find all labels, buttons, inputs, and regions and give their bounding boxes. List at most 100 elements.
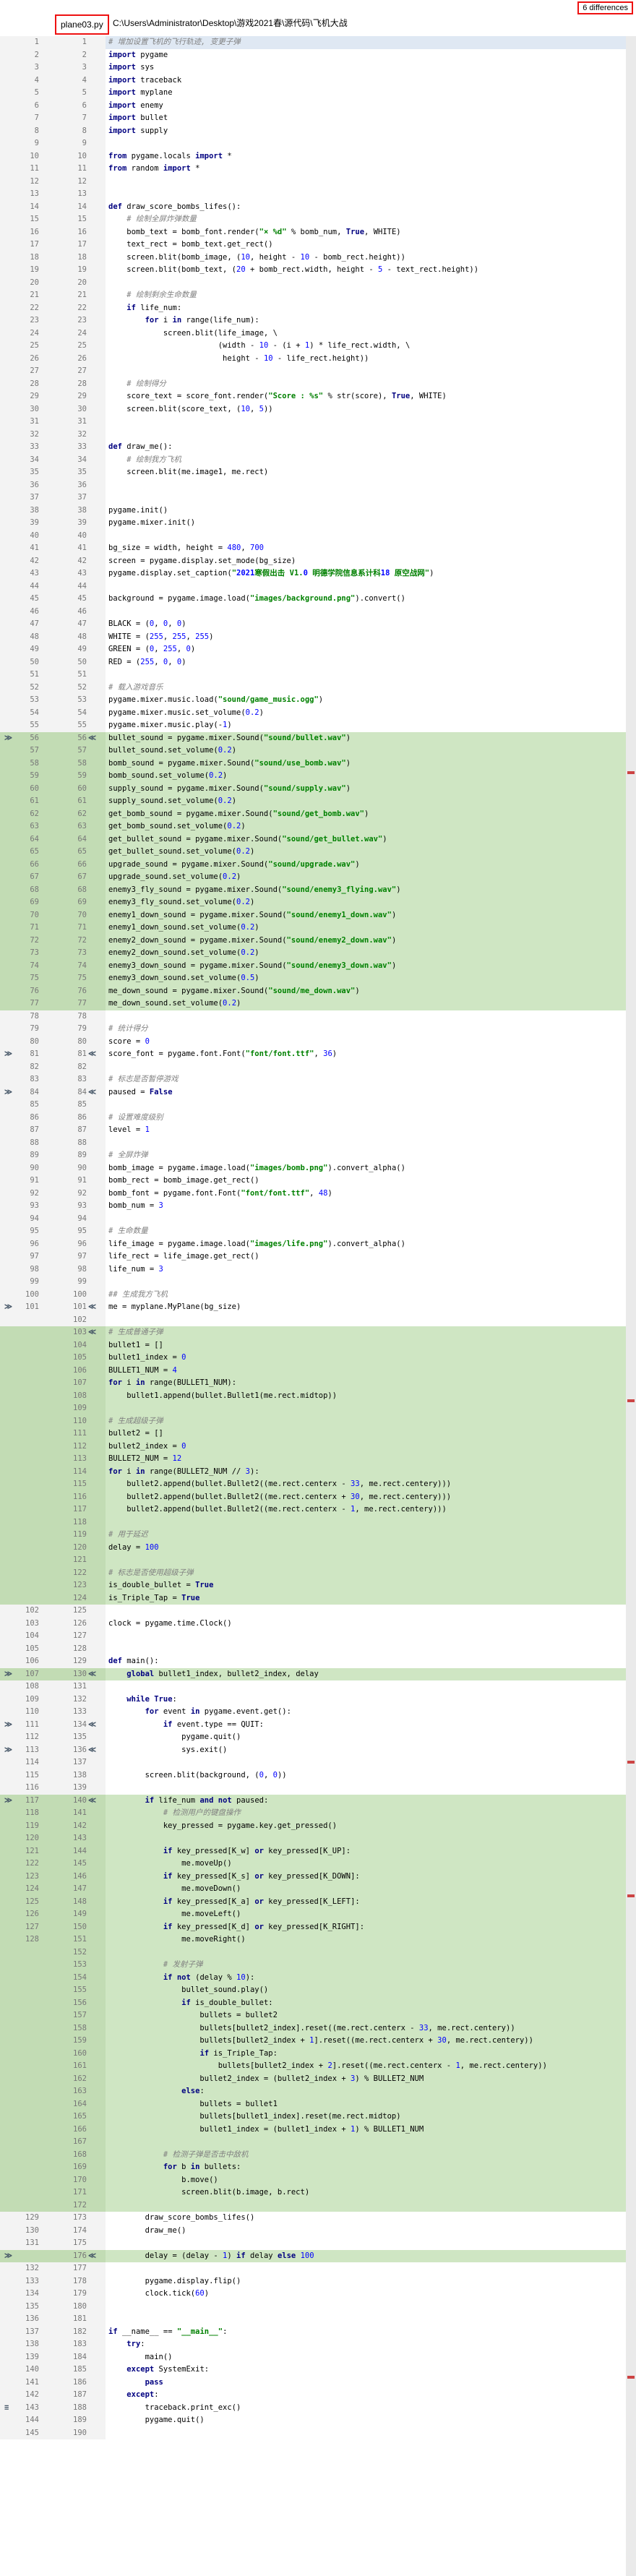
code-line[interactable]: 38 38 pygame.init()	[0, 504, 636, 517]
code-line[interactable]: 12 12	[0, 175, 636, 188]
code-text[interactable]: # 检测子弹是否击中敌机	[108, 2149, 622, 2162]
code-text[interactable]: # 生成普通子弹	[108, 1326, 622, 1339]
copy-right-icon[interactable]: ≫	[4, 1668, 17, 1681]
code-text[interactable]: bomb_rect = bomb_image.get_rect()	[108, 1175, 622, 1188]
copy-left-icon[interactable]: ≪	[88, 2250, 101, 2263]
code-line[interactable]: 170 b.move()	[0, 2173, 636, 2186]
code-line[interactable]: 118	[0, 1516, 636, 1529]
diff-editor[interactable]: 1 1 # 增加设置飞机的飞行轨迹, 变更子弹 2 2 import pygame 3 3 im…	[0, 36, 636, 2576]
code-line[interactable]: 39 39 pygame.mixer.init()	[0, 517, 636, 530]
code-line[interactable]: 169 for b in bullets:	[0, 2161, 636, 2174]
code-line[interactable]: 105 128	[0, 1642, 636, 1655]
code-text[interactable]: # 生成超级子弹	[108, 1415, 622, 1428]
code-text[interactable]: score_font = pygame.font.Font("font/font…	[108, 1048, 622, 1061]
code-line[interactable]: 70 70 enemy1_down_sound = pygame.mixer.Sou…	[0, 909, 636, 922]
code-line[interactable]: 141 186 pass	[0, 2376, 636, 2389]
code-text[interactable]: clock = pygame.time.Clock()	[108, 1618, 622, 1631]
code-text[interactable]: # 载入游戏音乐	[108, 682, 622, 695]
code-text[interactable]: screen.blit(score_text, (10, 5))	[108, 403, 622, 416]
code-text[interactable]: GREEN = (0, 255, 0)	[108, 643, 622, 656]
code-text[interactable]: bullets[bullet2_index].reset((me.rect.ce…	[108, 2022, 622, 2035]
copy-left-icon[interactable]: ≪	[88, 1048, 101, 1061]
copy-left-icon[interactable]: ≪	[88, 1668, 101, 1681]
code-line[interactable]: 27 27	[0, 365, 636, 378]
code-line[interactable]: 160 if is_Triple_Tap:	[0, 2047, 636, 2060]
code-line[interactable]: 90 90 bomb_image = pygame.image.load("imag…	[0, 1162, 636, 1175]
code-text[interactable]: score = 0	[108, 1036, 622, 1049]
code-text[interactable]: pygame.mixer.music.load("sound/game_musi…	[108, 694, 622, 707]
code-text[interactable]: (width - 10 - (i + 1) * life_rect.width,…	[108, 340, 622, 353]
code-text[interactable]: screen.blit(background, (0, 0))	[108, 1769, 622, 1782]
code-line[interactable]: 26 26 height - 10 - life_rect.height))	[0, 352, 636, 365]
code-text[interactable]: # 全屏炸弹	[108, 1149, 622, 1162]
file-tab[interactable]: plane03.py	[55, 14, 109, 35]
code-line[interactable]: 135 180	[0, 2300, 636, 2313]
code-text[interactable]: def main():	[108, 1655, 622, 1668]
code-text[interactable]: screen.blit(bomb_image, (10, height - 10…	[108, 252, 622, 265]
code-line[interactable]: 157 bullets = bullet2	[0, 2009, 636, 2022]
code-line[interactable]: 96 96 life_image = pygame.image.load("imag…	[0, 1237, 636, 1250]
code-text[interactable]: BULLET2_NUM = 12	[108, 1453, 622, 1466]
code-line[interactable]: 163 else:	[0, 2085, 636, 2098]
code-text[interactable]: if key_pressed[K_s] or key_pressed[K_DOW…	[108, 1871, 622, 1884]
code-line[interactable]: 114 for i in range(BULLET2_NUM // 3):	[0, 1465, 636, 1478]
code-line[interactable]: 61 61 supply_sound.set_volume(0.2)	[0, 795, 636, 808]
code-line[interactable]: 155 bullet_sound.play()	[0, 1984, 636, 1997]
code-line[interactable]: 10 10 from pygame.locals import *	[0, 150, 636, 163]
code-line[interactable]: 71 71 enemy1_down_sound.set_volume(0.2)	[0, 922, 636, 935]
code-text[interactable]: except:	[108, 2389, 622, 2402]
code-line[interactable]: 7 7 import bullet	[0, 112, 636, 125]
code-text[interactable]: bullet2 = []	[108, 1427, 622, 1441]
code-line[interactable]: 117 bullet2.append(bullet.Bullet2((me.re…	[0, 1503, 636, 1516]
code-text[interactable]: # 设置难度级别	[108, 1112, 622, 1125]
code-line[interactable]: 102	[0, 1313, 636, 1326]
code-line[interactable]: 59 59 bomb_sound.set_volume(0.2)	[0, 770, 636, 783]
code-text[interactable]: bullets = bullet1	[108, 2098, 622, 2111]
code-text[interactable]: # 标志是否使用超级子弹	[108, 1567, 622, 1580]
code-line[interactable]: 80 80 score = 0	[0, 1035, 636, 1049]
code-line[interactable]: 36 36	[0, 478, 636, 491]
code-text[interactable]: get_bullet_sound = pygame.mixer.Sound("s…	[108, 833, 622, 846]
diff-marker[interactable]	[627, 1399, 635, 1403]
code-line[interactable]: 31 31	[0, 416, 636, 429]
code-line[interactable]: 68 68 enemy3_fly_sound = pygame.mixer.Soun…	[0, 883, 636, 896]
code-text[interactable]: bullet1_index = (bullet1_index + 1) % BU…	[108, 2124, 622, 2137]
code-line[interactable]: 47 47 BLACK = (0, 0, 0)	[0, 618, 636, 631]
code-text[interactable]: text_rect = bomb_text.get_rect()	[108, 239, 622, 252]
code-text[interactable]: bullet_sound.play()	[108, 1984, 622, 1997]
code-text[interactable]: pygame.mixer.init()	[108, 517, 622, 530]
code-text[interactable]: pygame.mixer.music.play(-1)	[108, 719, 622, 732]
code-text[interactable]: bullets = bullet2	[108, 2009, 622, 2022]
code-text[interactable]: from random import *	[108, 163, 622, 176]
code-line[interactable]: 58 58 bomb_sound = pygame.mixer.Sound("sou…	[0, 757, 636, 770]
code-line[interactable]: 108 bullet1.append(bullet.Bullet1(me.rec…	[0, 1389, 636, 1402]
code-text[interactable]: ## 生成我方飞机	[108, 1289, 622, 1302]
code-line[interactable]: 145 190	[0, 2426, 636, 2439]
code-text[interactable]: upgrade_sound = pygame.mixer.Sound("soun…	[108, 859, 622, 872]
code-text[interactable]: enemy1_down_sound.set_volume(0.2)	[108, 922, 622, 935]
code-line[interactable]: ≫ 101 101 ≪ me = myplane.MyPlane(bg_size)	[0, 1301, 636, 1314]
code-line[interactable]: 15 15 # 绘制全屏炸弹数量	[0, 213, 636, 226]
code-text[interactable]: # 绘制得分	[108, 378, 622, 391]
code-line[interactable]: 66 66 upgrade_sound = pygame.mixer.Sound("…	[0, 858, 636, 872]
code-line[interactable]: 74 74 enemy3_down_sound = pygame.mixer.Sou…	[0, 959, 636, 972]
code-line[interactable]: 121 144 if key_pressed[K_w] or key_presse…	[0, 1845, 636, 1858]
code-text[interactable]: draw_me()	[108, 2225, 622, 2238]
code-text[interactable]: supply_sound = pygame.mixer.Sound("sound…	[108, 783, 622, 796]
code-line[interactable]: 128 151 me.moveRight()	[0, 1933, 636, 1946]
code-line[interactable]: 5 5 import myplane	[0, 87, 636, 100]
diff-marker[interactable]	[627, 771, 635, 775]
code-text[interactable]: while True:	[108, 1693, 622, 1706]
code-text[interactable]: bomb_image = pygame.image.load("images/b…	[108, 1162, 622, 1175]
code-line[interactable]: 41 41 bg_size = width, height = 480, 700	[0, 542, 636, 555]
code-line[interactable]: 99	[0, 137, 636, 150]
code-line[interactable]: 86 86 # 设置难度级别	[0, 1111, 636, 1125]
code-line[interactable]: 136 181	[0, 2313, 636, 2326]
code-line[interactable]: 48 48 WHITE = (255, 255, 255)	[0, 630, 636, 643]
code-line[interactable]: 98 98 life_num = 3	[0, 1263, 636, 1276]
code-text[interactable]: RED = (255, 0, 0)	[108, 656, 622, 669]
code-line[interactable]: 120 143	[0, 1832, 636, 1845]
code-line[interactable]: 19 19 screen.blit(bomb_text, (20 + bomb_r…	[0, 264, 636, 277]
code-line[interactable]: 124 is_Triple_Tap = True	[0, 1592, 636, 1605]
copy-left-icon[interactable]: ≪	[88, 1326, 101, 1339]
